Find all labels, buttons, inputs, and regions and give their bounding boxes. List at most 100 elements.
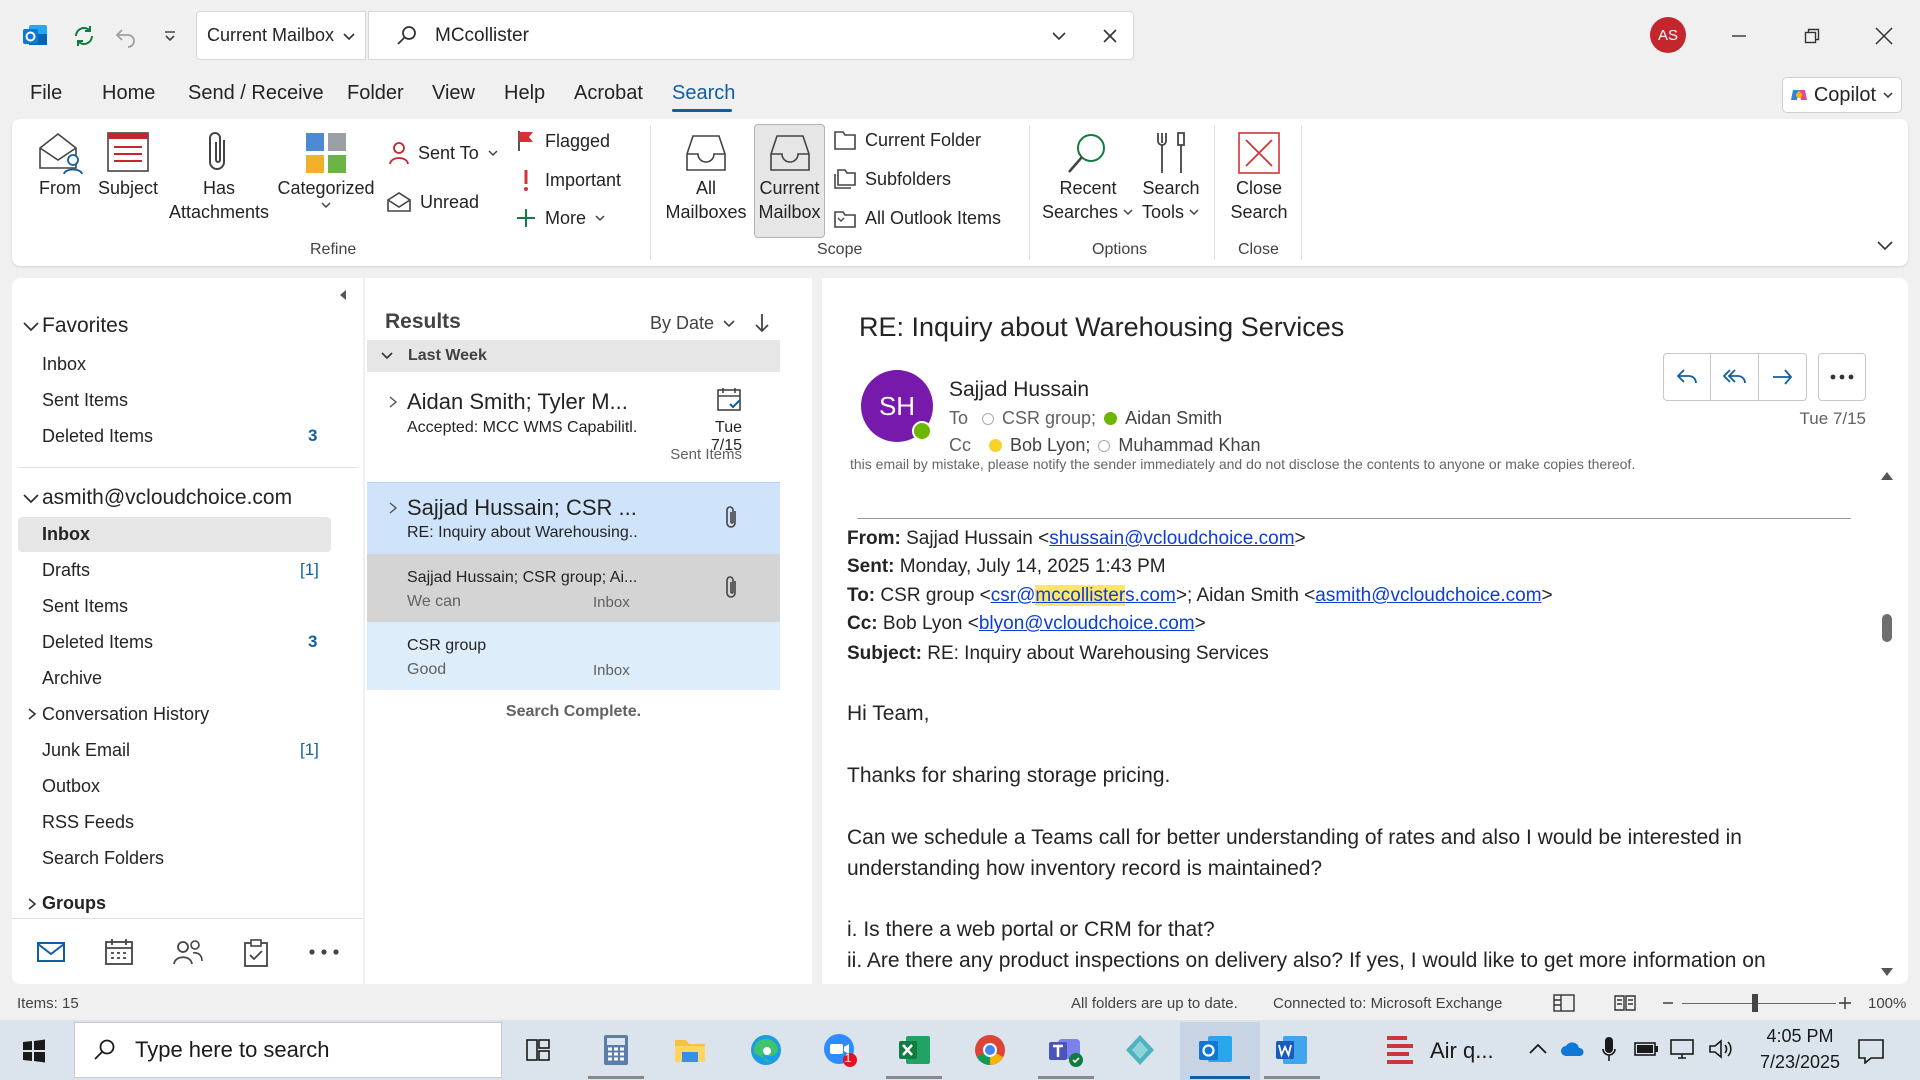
word-app-icon[interactable] bbox=[1272, 1030, 1312, 1070]
copilot-button[interactable]: Copilot bbox=[1782, 77, 1902, 113]
menu-search[interactable]: Search bbox=[672, 82, 735, 105]
clock-date[interactable]: 7/23/2025 bbox=[1750, 1052, 1850, 1073]
fav-deleted-items[interactable]: Deleted Items bbox=[42, 426, 153, 447]
recent-searches-button[interactable]: Recent Searches bbox=[1040, 130, 1136, 224]
folder-inbox[interactable]: Inbox bbox=[42, 524, 90, 545]
account-header[interactable]: asmith@vcloudchoice.com bbox=[42, 486, 292, 510]
zoom-level[interactable]: 100% bbox=[1868, 995, 1906, 1012]
has-attachments-button[interactable]: Has Attachments bbox=[164, 130, 274, 224]
scroll-up-arrow-icon[interactable] bbox=[1880, 470, 1894, 482]
expand-conversation-icon[interactable] bbox=[388, 395, 398, 409]
excel-app-icon[interactable] bbox=[895, 1030, 935, 1070]
more-apps-icon[interactable] bbox=[308, 948, 340, 956]
ribbon-expand-chevron-icon[interactable] bbox=[1876, 238, 1894, 252]
mail-icon[interactable] bbox=[36, 940, 66, 964]
tasks-icon[interactable] bbox=[242, 938, 270, 968]
sort-dropdown[interactable]: By Date bbox=[650, 313, 736, 334]
current-folder-button[interactable]: Current Folder bbox=[833, 129, 981, 151]
task-view-icon[interactable] bbox=[520, 1030, 560, 1070]
sort-direction-icon[interactable] bbox=[754, 312, 770, 334]
chevron-right-icon[interactable] bbox=[26, 897, 38, 911]
scope-dropdown[interactable]: Current Mailbox bbox=[196, 11, 366, 60]
cc-recipient-2[interactable]: Muhammad Khan bbox=[1118, 435, 1260, 456]
sent-to-button[interactable]: Sent To bbox=[388, 141, 499, 165]
battery-icon[interactable] bbox=[1634, 1040, 1660, 1058]
menu-help[interactable]: Help bbox=[504, 82, 545, 105]
list-item[interactable] bbox=[367, 554, 780, 622]
categorized-button[interactable]: Categorized bbox=[274, 130, 378, 210]
flagged-button[interactable]: Flagged bbox=[515, 129, 610, 153]
notifications-icon[interactable] bbox=[1857, 1038, 1885, 1064]
list-item[interactable] bbox=[367, 622, 780, 690]
zoom-slider-thumb[interactable] bbox=[1752, 994, 1758, 1012]
to-email-link[interactable]: csr@mccollisters.com bbox=[991, 585, 1176, 606]
search-expand-chevron-icon[interactable] bbox=[1051, 28, 1067, 44]
menu-acrobat[interactable]: Acrobat bbox=[574, 82, 643, 105]
windows-start-icon[interactable] bbox=[22, 1039, 46, 1063]
to-recipient-2[interactable]: Aidan Smith bbox=[1125, 408, 1222, 429]
customize-toolbar-icon[interactable] bbox=[150, 16, 190, 56]
groups-header[interactable]: Groups bbox=[42, 893, 106, 914]
cc-recipient-1[interactable]: Bob Lyon; bbox=[1010, 435, 1090, 456]
subfolders-button[interactable]: Subfolders bbox=[833, 168, 951, 190]
file-explorer-icon[interactable] bbox=[670, 1030, 710, 1070]
zoom-out-icon[interactable] bbox=[1662, 998, 1674, 1008]
menu-send-receive[interactable]: Send / Receive bbox=[188, 82, 324, 105]
zoom-in-icon[interactable] bbox=[1838, 996, 1852, 1010]
more-actions-button[interactable] bbox=[1818, 353, 1866, 401]
onedrive-icon[interactable] bbox=[1560, 1040, 1586, 1058]
scrollbar-thumb[interactable] bbox=[1882, 614, 1892, 642]
search-box[interactable]: MCcollister bbox=[368, 11, 1134, 60]
menu-home[interactable]: Home bbox=[102, 82, 155, 105]
fav-sent-items[interactable]: Sent Items bbox=[42, 390, 128, 411]
favorites-header[interactable]: Favorites bbox=[42, 314, 128, 338]
close-window-icon[interactable] bbox=[1864, 16, 1904, 56]
normal-view-icon[interactable] bbox=[1553, 994, 1575, 1012]
collapse-pane-icon[interactable] bbox=[336, 288, 350, 302]
fav-inbox[interactable]: Inbox bbox=[42, 354, 86, 375]
reply-button[interactable] bbox=[1664, 354, 1712, 400]
from-button[interactable]: From bbox=[34, 130, 86, 200]
search-tools-button[interactable]: Search Tools bbox=[1138, 130, 1204, 224]
teams-app-icon[interactable] bbox=[1046, 1030, 1086, 1070]
to-email2-link[interactable]: asmith@vcloudchoice.com bbox=[1315, 585, 1541, 606]
weather-widget-label[interactable]: Air q... bbox=[1430, 1038, 1494, 1064]
menu-view[interactable]: View bbox=[432, 82, 475, 105]
from-email-link[interactable]: shussain@vcloudchoice.com bbox=[1049, 528, 1294, 549]
minimize-icon[interactable] bbox=[1719, 16, 1759, 56]
folder-conversation-history[interactable]: Conversation History bbox=[42, 704, 209, 725]
folder-rss-feeds[interactable]: RSS Feeds bbox=[42, 812, 134, 833]
chrome-app-icon[interactable] bbox=[970, 1030, 1010, 1070]
people-icon[interactable] bbox=[172, 938, 204, 966]
app-icon[interactable] bbox=[1120, 1030, 1160, 1070]
clear-search-icon[interactable] bbox=[1101, 27, 1119, 45]
current-mailbox-button[interactable]: Current Mailbox bbox=[754, 130, 825, 224]
folder-search-folders[interactable]: Search Folders bbox=[42, 848, 164, 869]
close-search-button[interactable]: Close Search bbox=[1224, 130, 1294, 224]
scroll-down-arrow-icon[interactable] bbox=[1880, 966, 1894, 978]
sync-icon[interactable] bbox=[64, 16, 104, 56]
expand-conversation-icon[interactable] bbox=[388, 501, 398, 515]
folder-sent-items[interactable]: Sent Items bbox=[42, 596, 128, 617]
folder-outbox[interactable]: Outbox bbox=[42, 776, 100, 797]
microphone-icon[interactable] bbox=[1602, 1036, 1616, 1062]
cc-email-link[interactable]: blyon@vcloudchoice.com bbox=[979, 613, 1195, 634]
zoom-slider-track[interactable] bbox=[1682, 1003, 1836, 1004]
search-input[interactable]: MCcollister bbox=[435, 25, 529, 47]
reading-view-icon[interactable] bbox=[1614, 994, 1636, 1012]
menu-folder[interactable]: Folder bbox=[347, 82, 404, 105]
subject-button[interactable]: Subject bbox=[98, 130, 158, 200]
all-mailboxes-button[interactable]: All Mailboxes bbox=[660, 130, 752, 224]
sender-name[interactable]: Sajjad Hussain bbox=[949, 378, 1089, 402]
chevron-right-icon[interactable] bbox=[26, 707, 38, 721]
chevron-down-icon[interactable] bbox=[380, 350, 394, 362]
outlook-app-icon[interactable] bbox=[1196, 1030, 1236, 1070]
undo-icon[interactable] bbox=[106, 16, 146, 56]
network-icon[interactable] bbox=[1670, 1038, 1698, 1060]
important-button[interactable]: Important bbox=[515, 168, 621, 192]
calculator-app-icon[interactable] bbox=[596, 1030, 636, 1070]
all-outlook-items-button[interactable]: All Outlook Items bbox=[833, 207, 1001, 229]
folder-deleted-items[interactable]: Deleted Items bbox=[42, 632, 153, 653]
more-button[interactable]: More bbox=[515, 206, 606, 230]
avatar[interactable]: AS bbox=[1650, 17, 1686, 53]
